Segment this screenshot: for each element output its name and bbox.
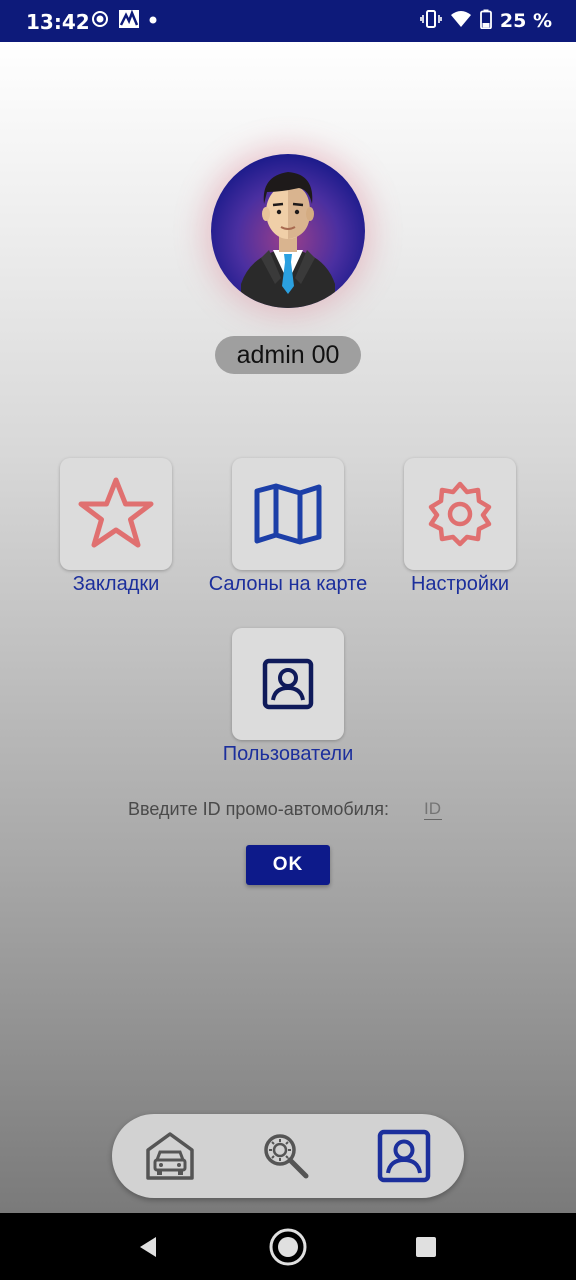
vibrate-icon xyxy=(420,9,442,34)
ok-button[interactable]: OK xyxy=(246,845,330,885)
profile-icon xyxy=(377,1129,431,1183)
search-settings-icon xyxy=(264,1134,309,1179)
promo-id-input[interactable] xyxy=(424,799,442,820)
user-profile-icon xyxy=(262,658,314,710)
home-button[interactable] xyxy=(268,1227,308,1267)
app-notification-icon xyxy=(118,9,140,34)
back-triangle-icon xyxy=(140,1237,156,1257)
back-button[interactable] xyxy=(128,1227,168,1267)
gear-icon xyxy=(428,481,492,547)
avatar xyxy=(211,154,365,308)
nav-garage-button[interactable] xyxy=(142,1128,198,1184)
status-left-icons xyxy=(90,9,158,33)
nav-profile-button[interactable] xyxy=(376,1128,432,1184)
users-button[interactable] xyxy=(232,628,344,740)
status-right: 25 % xyxy=(420,9,552,33)
salons-map-label[interactable]: Салоны на карте xyxy=(198,573,378,596)
bottom-navigation xyxy=(112,1114,464,1198)
settings-label[interactable]: Настройки xyxy=(396,573,524,596)
status-time: 13:42 xyxy=(26,10,90,34)
map-icon xyxy=(254,483,322,545)
system-navigation-bar xyxy=(0,1213,576,1280)
recents-button[interactable] xyxy=(406,1227,446,1267)
garage-car-icon xyxy=(146,1132,194,1180)
promo-id-label: Введите ID промо-автомобиля: xyxy=(128,799,389,819)
battery-percent: 25 % xyxy=(499,10,552,32)
settings-button[interactable] xyxy=(404,458,516,570)
recents-square-icon xyxy=(416,1237,436,1257)
screen-record-icon xyxy=(90,9,110,34)
home-circle-icon xyxy=(269,1228,307,1266)
users-label[interactable]: Пользователи xyxy=(212,743,364,766)
profile-screen: admin 00 Закладки Салоны на карте Настро… xyxy=(0,42,576,1213)
star-icon xyxy=(78,477,154,548)
username-badge: admin 00 xyxy=(215,336,361,374)
nav-search-button[interactable] xyxy=(258,1128,314,1184)
bookmarks-label[interactable]: Закладки xyxy=(56,573,176,596)
wifi-icon xyxy=(450,10,472,33)
salons-map-button[interactable] xyxy=(232,458,344,570)
bookmarks-button[interactable] xyxy=(60,458,172,570)
businessman-avatar-icon xyxy=(241,172,335,308)
status-bar: 13:42 25 % xyxy=(0,0,576,42)
battery-icon xyxy=(480,9,492,34)
dot-icon xyxy=(148,12,158,30)
